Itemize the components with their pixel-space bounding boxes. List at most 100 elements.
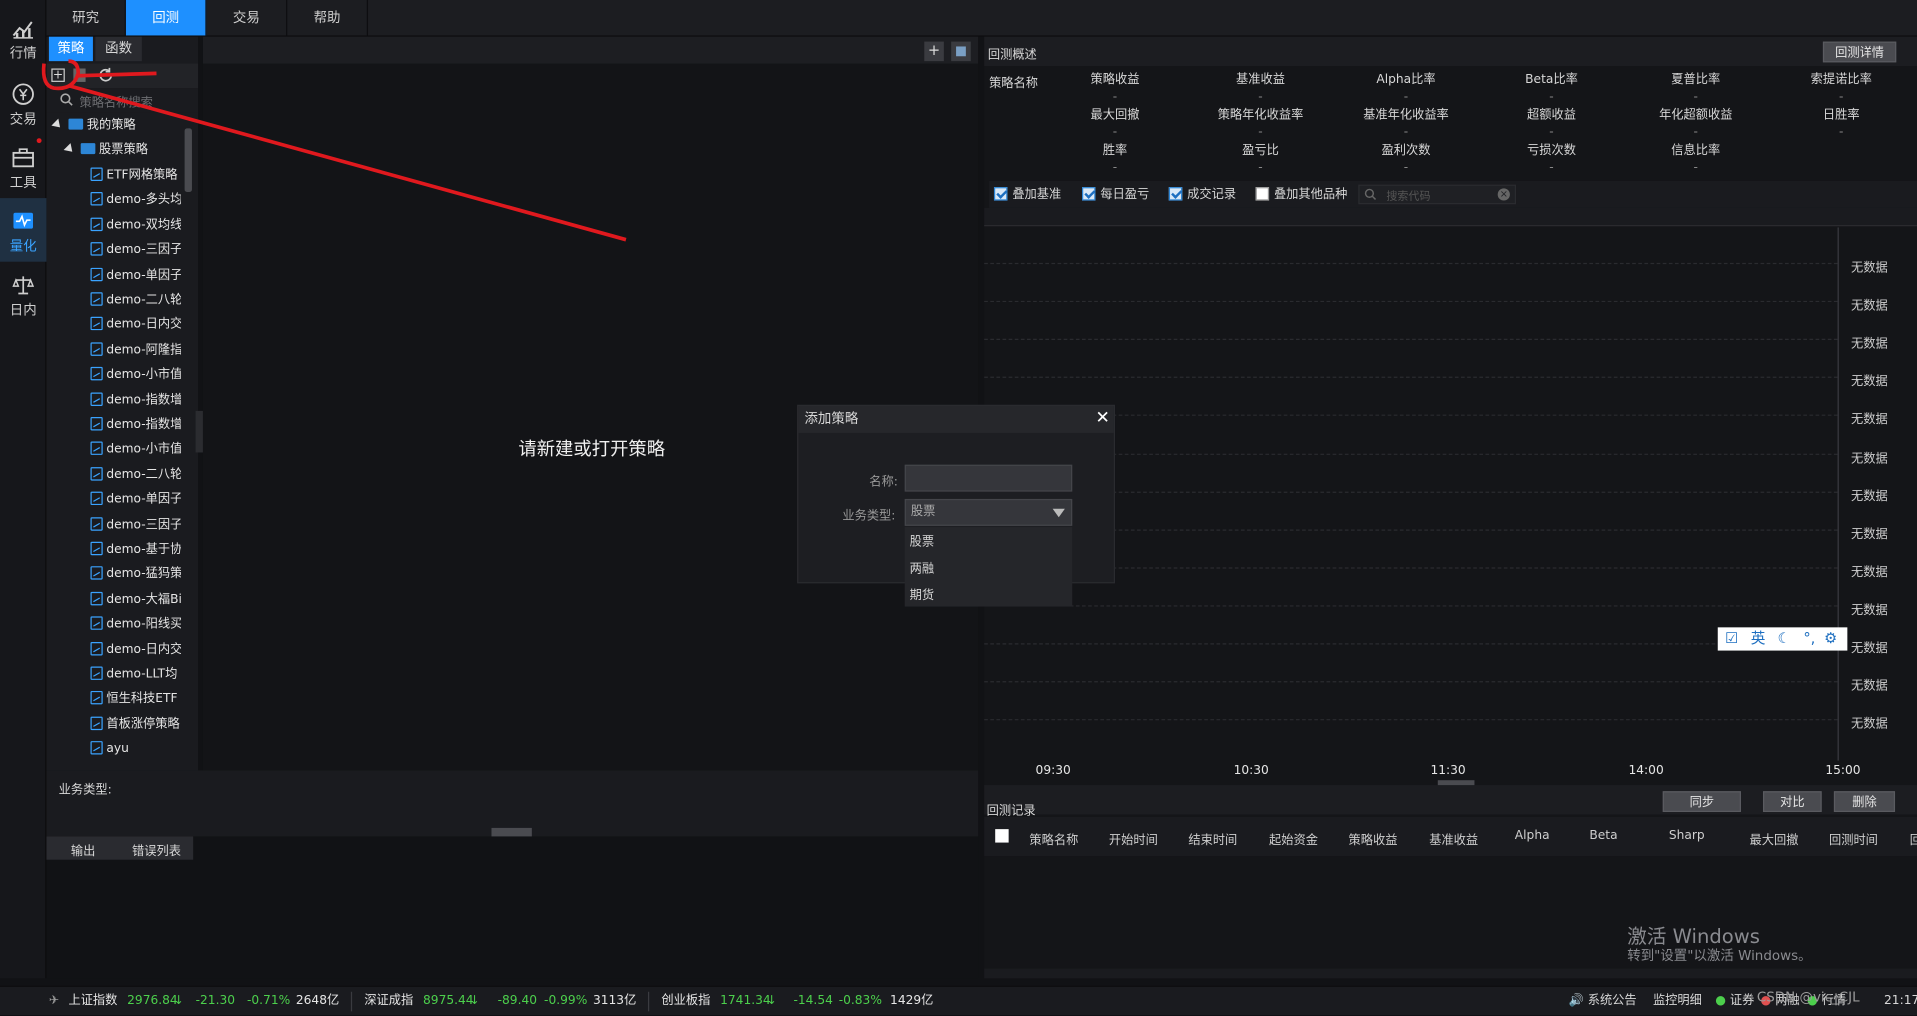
metric-label: 亏损次数	[1527, 144, 1576, 158]
splitter-handle[interactable]	[491, 827, 532, 837]
strategy-item[interactable]: ayu	[90, 738, 180, 762]
ticker-change: -89.40	[497, 994, 538, 1008]
file-icon	[90, 392, 103, 406]
strategy-item[interactable]: 恒生科技ETF	[90, 688, 180, 712]
file-icon	[90, 566, 103, 581]
ticker-price: 2976.84	[127, 994, 178, 1008]
strategy-item[interactable]: demo-小市值	[90, 438, 181, 462]
system-announcement[interactable]: 🔊 系统公告	[1569, 987, 1637, 1016]
column-header[interactable]: 最大回撤	[1750, 829, 1799, 847]
metric-label: 索提诺比率	[1810, 73, 1872, 87]
column-header[interactable]: 回测时间	[1829, 829, 1878, 847]
strategy-item[interactable]: demo-小市值	[90, 363, 181, 387]
moon-icon[interactable]: ☾	[1778, 627, 1791, 650]
strategy-item[interactable]: demo-基于协	[90, 538, 181, 562]
compare-button[interactable]: 对比	[1762, 791, 1822, 813]
option-futures[interactable]: 期货	[910, 585, 934, 602]
nav-item-intraday[interactable]: 日内	[0, 262, 46, 326]
csdn-watermark: CSDN @vic_CJL	[1756, 989, 1860, 1006]
strategy-item[interactable]: demo-二八轮	[90, 463, 181, 487]
select-all-checkbox[interactable]	[995, 829, 1009, 843]
column-header[interactable]: 策略名称	[1029, 829, 1078, 847]
option-margin[interactable]: 两融	[910, 558, 934, 576]
no-data-label: 无数据	[1851, 261, 1888, 276]
overview-header	[984, 36, 1917, 67]
pin-icon[interactable]: ✈	[49, 987, 59, 1016]
scale-icon	[11, 273, 35, 297]
strategy-item[interactable]: demo-三因子	[90, 513, 181, 537]
gear-icon[interactable]: ⚙	[1824, 627, 1837, 650]
column-header[interactable]: Sharp	[1669, 829, 1705, 842]
records-scrollbar[interactable]	[984, 968, 1917, 979]
metric-value: -	[1403, 161, 1409, 175]
strategy-item[interactable]: 首板涨停策略	[90, 713, 180, 737]
file-icon	[90, 541, 103, 556]
ime-lang-toggle[interactable]: 英	[1751, 627, 1766, 650]
strategy-item[interactable]: demo-日内交	[90, 314, 181, 338]
x-axis-label: 15:00	[1825, 764, 1861, 778]
metric-value: -	[1403, 90, 1409, 104]
column-header[interactable]: 回	[1910, 829, 1917, 847]
overlay-benchmark-checkbox[interactable]: 叠加基准	[993, 187, 1061, 204]
x-axis-label: 10:30	[1233, 764, 1269, 778]
column-header[interactable]: 策略收益	[1349, 829, 1398, 847]
type-select[interactable]: 股票	[904, 498, 1073, 526]
no-data-label: 无数据	[1851, 337, 1888, 352]
business-type-label: 业务类型:	[58, 783, 112, 798]
no-data-label: 无数据	[1851, 603, 1888, 618]
no-data-label: 无数据	[1851, 642, 1888, 656]
x-axis-label: 11:30	[1430, 764, 1466, 778]
column-header[interactable]: 起始资金	[1269, 829, 1318, 847]
type-label: 业务类型:	[842, 509, 896, 524]
close-icon[interactable]: ✕	[1095, 408, 1109, 428]
strategy-item[interactable]: demo-指数增	[90, 413, 181, 437]
ime-checkbox-icon[interactable]: ☑	[1725, 627, 1738, 650]
down-arrow-icon: ↓	[469, 994, 480, 1008]
ime-toolbar[interactable]: ☑ 英 ☾ °, ⚙	[1717, 627, 1848, 651]
column-header[interactable]: 结束时间	[1188, 829, 1237, 847]
collapse-handle[interactable]	[195, 410, 203, 453]
name-input[interactable]	[904, 464, 1073, 492]
metric-label: 策略年化收益率	[1217, 108, 1304, 123]
column-header[interactable]: 开始时间	[1109, 829, 1158, 847]
strategy-item[interactable]: demo-阿隆指	[90, 338, 181, 362]
strategy-item[interactable]: demo-LLT均	[90, 663, 180, 687]
metric-row3-1: 盈亏比 -	[1187, 143, 1334, 177]
overlay-other-checkbox[interactable]: 叠加其他品种	[1255, 187, 1347, 204]
delete-button[interactable]: 删除	[1833, 791, 1896, 813]
strategy-item[interactable]: demo-单因子	[90, 488, 181, 512]
code-search-input[interactable]: 搜索代码 ×	[1358, 184, 1517, 205]
backtest-detail-button[interactable]: 回测详情	[1822, 41, 1897, 63]
strategy-item[interactable]: demo-日内交	[90, 638, 181, 662]
strategy-item[interactable]: demo-阳线买	[90, 613, 181, 637]
sync-button[interactable]: 同步	[1662, 791, 1741, 813]
metric-label: 年化超额收益	[1659, 108, 1733, 123]
monitor-detail[interactable]: 监控明细	[1653, 987, 1702, 1016]
column-header[interactable]: Beta	[1589, 829, 1617, 842]
strategy-item[interactable]: demo-二八轮	[90, 289, 181, 313]
punctuation-icon[interactable]: °,	[1803, 627, 1815, 650]
file-icon	[90, 666, 103, 680]
metric-row1-2: Alpha比率 -	[1333, 72, 1480, 106]
tab-output[interactable]: 输出	[71, 840, 95, 858]
ticker-name: 深证成指	[364, 994, 414, 1008]
metric-label: Alpha比率	[1376, 73, 1436, 87]
metric-value: -	[1693, 161, 1698, 175]
metric-label: 盈利次数	[1381, 144, 1431, 158]
metric-label: 最大回撤	[1090, 108, 1140, 123]
add-tab-button[interactable]: +	[924, 41, 944, 62]
metric-value: -	[1693, 90, 1698, 104]
column-header[interactable]: Alpha	[1515, 829, 1550, 842]
trade-records-checkbox[interactable]: 成交记录	[1168, 187, 1236, 204]
file-icon	[90, 641, 103, 655]
layout-icon[interactable]	[951, 41, 971, 62]
strategy-item[interactable]: demo-单因子	[90, 264, 181, 288]
column-header[interactable]: 基准收益	[1429, 829, 1478, 847]
strategy-item[interactable]: demo-指数增	[90, 388, 181, 412]
strategy-item[interactable]: demo-大福Bi	[90, 588, 181, 612]
strategy-item[interactable]: demo-猛犸策	[90, 563, 181, 587]
clear-icon[interactable]: ×	[1497, 188, 1510, 201]
tab-error-list[interactable]: 错误列表	[132, 840, 181, 858]
daily-pnl-checkbox[interactable]: 每日盈亏	[1082, 187, 1149, 204]
option-stock[interactable]: 股票	[910, 531, 934, 549]
